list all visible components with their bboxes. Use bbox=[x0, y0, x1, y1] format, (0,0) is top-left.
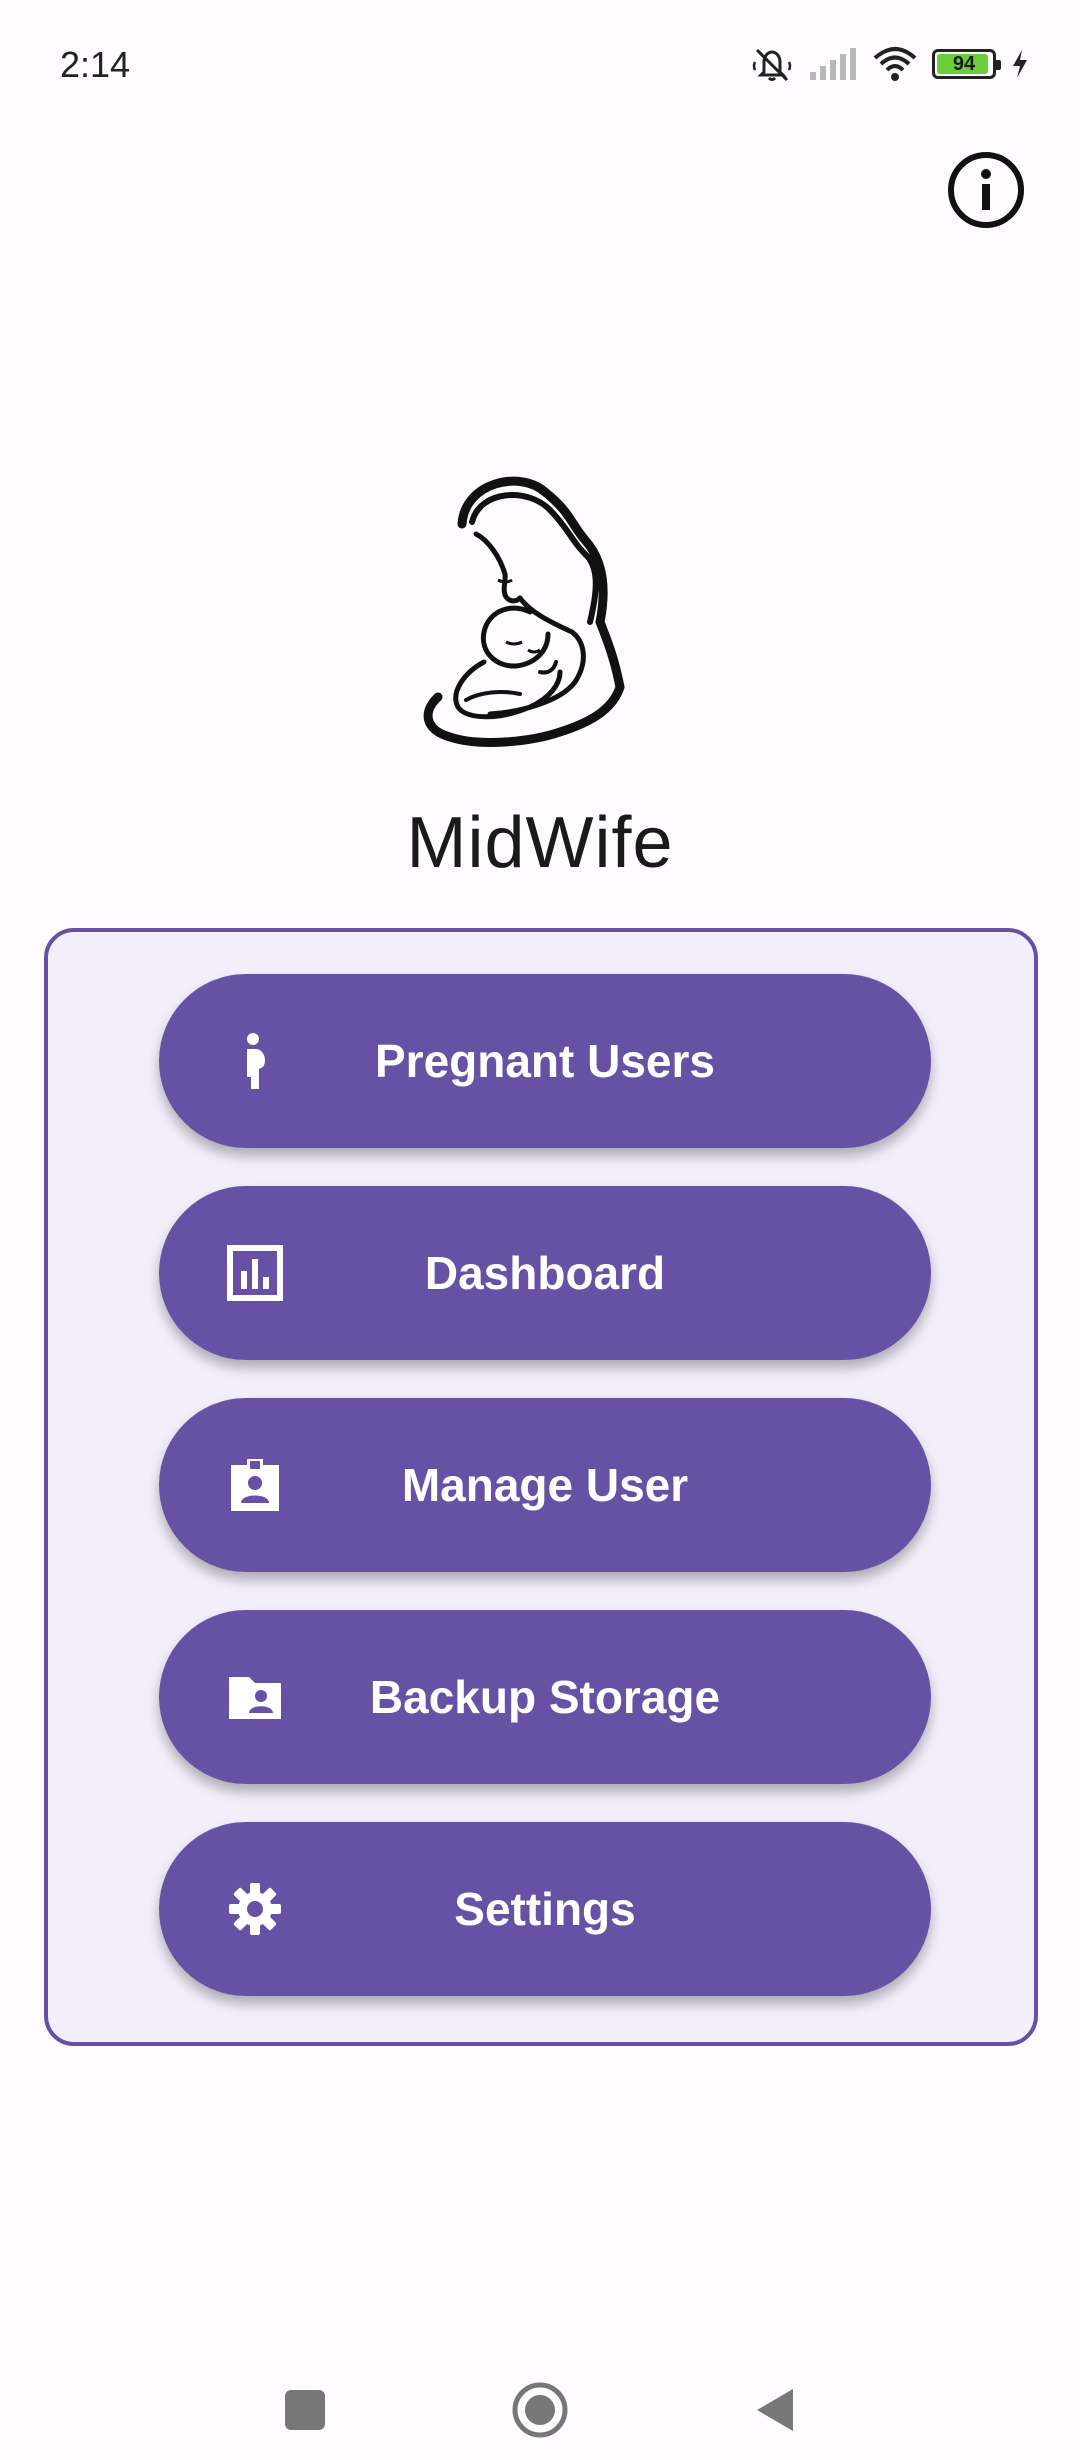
wifi-icon bbox=[873, 47, 917, 81]
status-icons: 94 bbox=[750, 44, 1030, 84]
status-time: 2:14 bbox=[60, 44, 131, 85]
dashboard-button[interactable]: Dashboard bbox=[159, 1186, 931, 1360]
battery-nub bbox=[996, 60, 1001, 70]
status-bar: 2:14 94 bbox=[0, 0, 1080, 128]
charging-icon bbox=[1013, 50, 1027, 78]
backup-storage-button[interactable]: Backup Storage bbox=[159, 1610, 931, 1784]
pregnant-users-label: Pregnant Users bbox=[374, 1035, 715, 1087]
settings-label: Settings bbox=[454, 1883, 636, 1935]
silent-mode-icon bbox=[752, 48, 792, 82]
manage-user-button[interactable]: Manage User bbox=[159, 1398, 931, 1572]
home-icon bbox=[512, 2382, 568, 2438]
navigation-bar bbox=[0, 2340, 1080, 2460]
battery-level: 94 bbox=[952, 53, 976, 75]
dashboard-label: Dashboard bbox=[424, 1247, 666, 1299]
back-button[interactable] bbox=[735, 2370, 815, 2450]
back-icon bbox=[757, 2389, 793, 2431]
mother-baby-logo bbox=[423, 476, 625, 747]
recents-button[interactable] bbox=[265, 2370, 345, 2450]
pregnant-users-button[interactable]: Pregnant Users bbox=[159, 974, 931, 1148]
battery-icon: 94 bbox=[932, 49, 1001, 79]
app-title: MidWife bbox=[406, 803, 674, 883]
menu-card: Pregnant Users Dashboard Manage User Bac… bbox=[44, 928, 1038, 2046]
recents-icon bbox=[285, 2390, 325, 2430]
info-icon bbox=[948, 152, 1024, 228]
settings-button[interactable]: Settings bbox=[159, 1822, 931, 1996]
signal-icon bbox=[810, 48, 856, 80]
backup-storage-label: Backup Storage bbox=[369, 1671, 721, 1723]
info-button[interactable] bbox=[946, 150, 1026, 230]
home-button[interactable] bbox=[500, 2370, 580, 2450]
manage-user-label: Manage User bbox=[401, 1459, 689, 1511]
